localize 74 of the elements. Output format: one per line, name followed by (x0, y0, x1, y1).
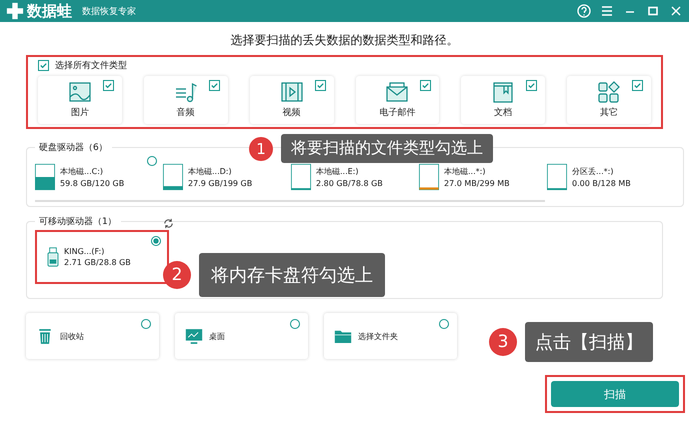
shapes-icon (597, 81, 622, 103)
step-number-badge: 2 (163, 261, 191, 289)
file-type-label: 其它 (600, 106, 618, 119)
drive-name: 本地磁...E:) (316, 166, 360, 177)
location-card[interactable]: 回收站 (26, 313, 159, 359)
drive-icon (163, 162, 183, 192)
file-type-label: 电子邮件 (379, 106, 416, 119)
radio-button[interactable] (290, 319, 300, 329)
app-subtitle: 数据恢复专家 (82, 6, 136, 18)
drive-usage: 2.71 GB/28.8 GB (64, 258, 131, 267)
music-note-icon (174, 81, 198, 103)
radio-button[interactable] (147, 156, 157, 166)
drive-icon (547, 162, 567, 192)
drive-usage: 27.0 MB/299 MB (444, 179, 510, 188)
monitor-icon (185, 328, 203, 344)
radio-button[interactable] (439, 319, 449, 329)
drive-name: 本地磁...C:) (60, 166, 104, 177)
drive-icon (291, 162, 311, 192)
film-icon (280, 81, 304, 103)
menu-icon[interactable] (600, 4, 614, 18)
usb-drive-icon (47, 247, 59, 267)
file-type-label: 图片 (70, 106, 89, 119)
close-icon[interactable] (669, 4, 683, 18)
page-heading: 选择要扫描的丢失数据的数据类型和路径。 (230, 32, 460, 49)
location-label: 回收站 (60, 330, 84, 342)
checkbox[interactable] (38, 60, 49, 71)
checkbox[interactable] (420, 80, 432, 91)
callout-tooltip: 将要扫描的文件类型勾选上 (281, 134, 493, 163)
group-title: 硬盘驱动器（6） (38, 142, 109, 154)
drive-usage: 27.9 GB/199 GB (188, 179, 252, 188)
radio-button[interactable] (151, 236, 161, 246)
callout-tooltip: 点击【扫描】 (525, 322, 653, 362)
drive-usage: 59.8 GB/120 GB (60, 179, 124, 188)
drive-name: 本地磁...*:) (444, 166, 486, 177)
select-all-label: 选择所有文件类型 (55, 60, 127, 72)
radio-button[interactable] (141, 319, 151, 329)
location-label: 选择文件夹 (358, 330, 398, 342)
location-card[interactable]: 桌面 (175, 313, 308, 359)
checkbox[interactable] (526, 80, 538, 91)
drive-name: 分区丢...*:) (572, 166, 614, 177)
step-number-badge: 1 (249, 136, 273, 160)
checkbox[interactable] (632, 80, 643, 91)
file-type-label: 音频 (176, 106, 195, 119)
book-icon (491, 81, 516, 103)
refresh-icon[interactable] (163, 218, 174, 229)
maximize-icon[interactable] (646, 4, 660, 18)
file-type-card[interactable]: 其它 (567, 76, 651, 124)
help-icon[interactable] (577, 4, 591, 18)
drive-name: KING...(F:) (64, 247, 106, 256)
drive-icon (35, 162, 55, 192)
drive-name: 本地磁...D:) (188, 166, 233, 177)
envelope-icon (385, 81, 410, 103)
checkbox[interactable] (208, 80, 220, 91)
file-type-label: 文档 (494, 106, 512, 119)
callout-tooltip: 将内存卡盘符勾选上 (199, 253, 385, 297)
image-icon (68, 81, 92, 103)
checkbox[interactable] (314, 80, 326, 91)
cross-logo-icon (6, 2, 24, 20)
file-type-card[interactable]: 音频 (144, 76, 228, 124)
file-type-card[interactable]: 图片 (38, 76, 122, 124)
location-label: 桌面 (209, 330, 225, 342)
file-type-label: 视频 (282, 106, 301, 119)
step-number-badge: 3 (489, 328, 517, 356)
scrollbar[interactable] (35, 200, 545, 202)
drive-usage: 2.80 GB/78.8 GB (316, 179, 383, 188)
app-name: 数据蛙 (27, 2, 72, 20)
checkbox[interactable] (102, 80, 114, 91)
location-card[interactable]: 选择文件夹 (324, 313, 457, 359)
drive-usage: 0.00 B/128 MB (572, 179, 631, 188)
file-type-card[interactable]: 视频 (250, 76, 334, 124)
group-title: 可移动驱动器（1） (38, 216, 118, 228)
file-type-card[interactable]: 电子邮件 (356, 76, 440, 124)
drive-icon (419, 162, 439, 192)
file-type-card[interactable]: 文档 (461, 76, 546, 124)
